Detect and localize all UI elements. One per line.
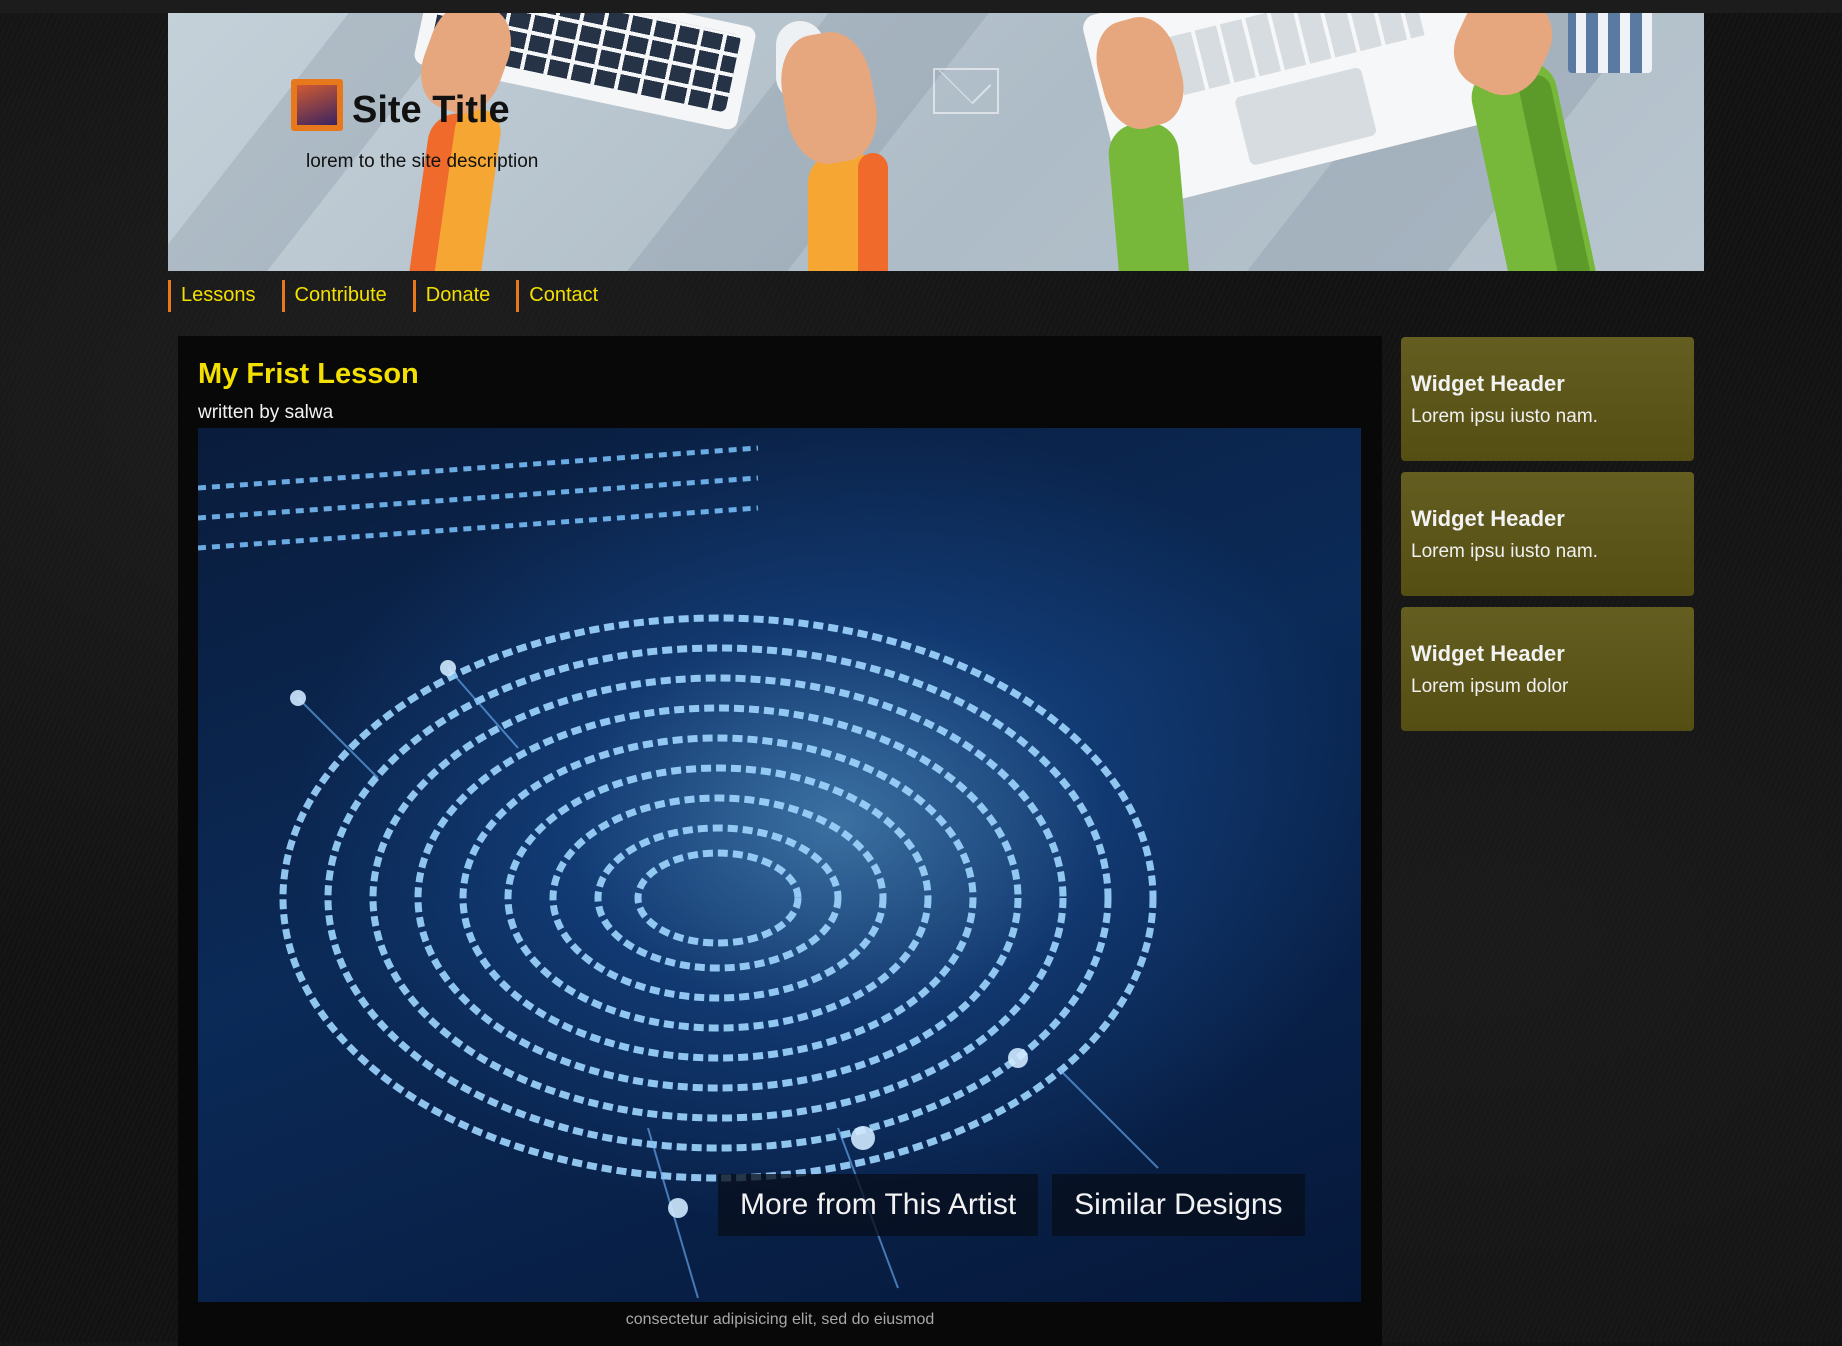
- site-header: Site Title lorem to the site description: [168, 13, 1704, 271]
- browser-top-bar: [0, 0, 1842, 13]
- main-nav: Lessons Contribute Donate Contact: [168, 280, 624, 312]
- nav-item-contact[interactable]: Contact: [516, 280, 624, 312]
- hero-image-actions: More from This Artist Similar Designs: [718, 1174, 1305, 1236]
- widget-header: Widget Header: [1411, 371, 1565, 396]
- nav-item-lessons[interactable]: Lessons: [168, 280, 282, 312]
- site-title[interactable]: Site Title: [352, 89, 510, 132]
- sidebar-widget: Widget Header Lorem ipsum dolor: [1401, 607, 1694, 731]
- widget-header: Widget Header: [1411, 641, 1565, 666]
- main-content: My Frist Lesson written by salwa More fr…: [178, 336, 1382, 1346]
- envelope-icon: [933, 68, 999, 114]
- nav-item-donate[interactable]: Donate: [412, 280, 517, 312]
- image-caption: consectetur adipisicing elit, sed do eiu…: [625, 1311, 935, 1328]
- building-icon: [1568, 13, 1652, 73]
- site-logo[interactable]: [291, 79, 343, 131]
- widget-header: Widget Header: [1411, 506, 1565, 531]
- post-title[interactable]: My Frist Lesson: [198, 358, 419, 391]
- fingerprint-hero-image: More from This Artist Similar Designs: [198, 428, 1361, 1302]
- similar-designs-button[interactable]: Similar Designs: [1052, 1174, 1305, 1236]
- header-illustration-arm: [858, 153, 888, 271]
- nav-item-contribute[interactable]: Contribute: [281, 280, 413, 312]
- widget-text: Lorem ipsu iusto nam.: [1411, 541, 1598, 562]
- sidebar-widget: Widget Header Lorem ipsu iusto nam.: [1401, 337, 1694, 461]
- site-description: lorem to the site description: [306, 151, 539, 172]
- widget-text: Lorem ipsum dolor: [1411, 676, 1569, 697]
- post-byline: written by salwa: [198, 402, 334, 423]
- sidebar-widget: Widget Header Lorem ipsu iusto nam.: [1401, 472, 1694, 596]
- fingerprint-illustration: [198, 445, 1159, 1299]
- widget-text: Lorem ipsu iusto nam.: [1411, 406, 1598, 427]
- header-illustration-arm: [1106, 120, 1190, 271]
- more-from-artist-button[interactable]: More from This Artist: [718, 1174, 1039, 1236]
